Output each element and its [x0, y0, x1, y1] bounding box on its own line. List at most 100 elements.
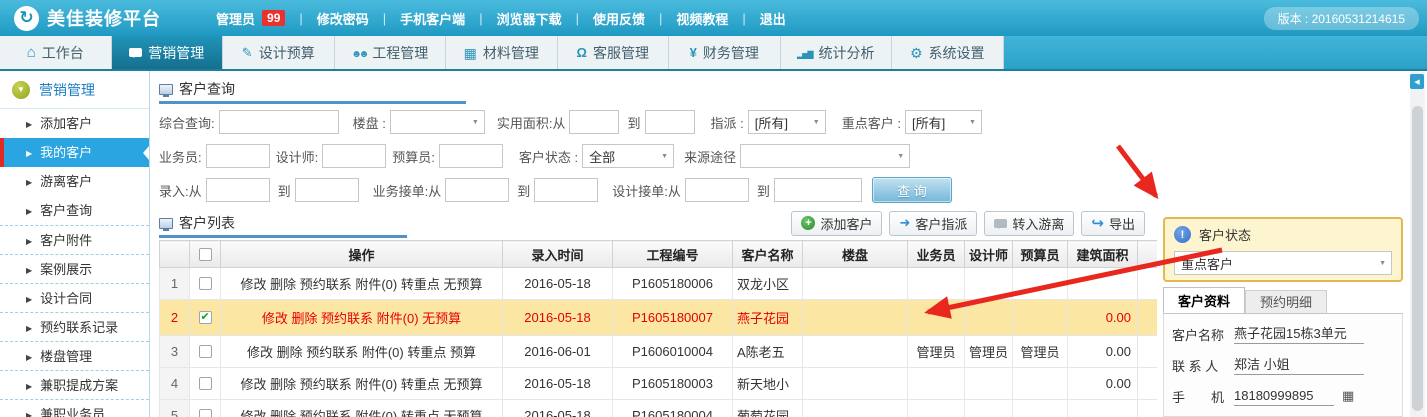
search-button[interactable]: 查 询: [872, 177, 952, 203]
contact-value[interactable]: 郑洁 小姐: [1234, 355, 1364, 375]
customer-info-fields: 客户名称 燕子花园15栋3单元 联 系 人 郑洁 小姐 手 机 18180999…: [1163, 313, 1403, 417]
row-checkbox[interactable]: [199, 311, 212, 324]
list-section-header: 客户列表 + 添加客户 客户指派 转入游离 导出: [159, 211, 1157, 235]
sidebar-item-parttime-commission[interactable]: 兼职提成方案: [0, 370, 149, 399]
sales-order-from-input[interactable]: [445, 178, 509, 202]
designer-input[interactable]: [322, 144, 386, 168]
sidebar-item-appointment-records[interactable]: 预约联系记录: [0, 312, 149, 341]
export-button[interactable]: 导出: [1081, 211, 1145, 236]
scrollbar-thumb[interactable]: [1412, 106, 1423, 411]
panel-tabs: 客户资料 预约明细: [1163, 287, 1403, 314]
sidebar-item-customer-attachments[interactable]: 客户附件: [0, 225, 149, 254]
design-order-to-input[interactable]: [774, 178, 862, 202]
row-actions[interactable]: 修改 删除 预约联系 附件(0) 转重点 无预算: [221, 400, 503, 417]
usable-area-to-input[interactable]: [645, 110, 695, 134]
tab-design-budget[interactable]: 设计预算: [223, 36, 335, 69]
row-actions[interactable]: 修改 删除 预约联系 附件(0) 无预算: [221, 300, 503, 336]
table-row: 4 修改 删除 预约联系 附件(0) 转重点 无预算 2016-05-18 P1…: [160, 368, 1158, 400]
move-to-floating-button[interactable]: 转入游离: [984, 211, 1074, 236]
tab-system-settings[interactable]: 系统设置: [892, 36, 1004, 69]
headset-icon: [577, 46, 587, 59]
sidebar-item-design-contract[interactable]: 设计合同: [0, 283, 149, 312]
row-actions[interactable]: 修改 删除 预约联系 附件(0) 转重点 预算: [221, 336, 503, 368]
row-checkbox[interactable]: [199, 377, 212, 390]
main-content: 客户查询 综合查询: 楼盘 : 实用面积:从 到 指派 : [所有] 重点客户 …: [151, 71, 1157, 417]
vertical-scrollbar[interactable]: [1410, 72, 1425, 417]
menu-separator: |: [479, 11, 482, 26]
budgeter-input[interactable]: [439, 144, 503, 168]
sidebar-item-my-customers[interactable]: 我的客户: [0, 138, 149, 167]
collapse-panel-button[interactable]: ◀: [1410, 74, 1424, 89]
sidebar-item-case-display[interactable]: 案例展示: [0, 254, 149, 283]
row-actions[interactable]: 修改 删除 预约联系 附件(0) 转重点 无预算: [221, 268, 503, 300]
notification-badge[interactable]: 99: [262, 10, 285, 26]
row-checkbox[interactable]: [199, 345, 212, 358]
sales-order-from-label: 业务接单:从: [373, 181, 442, 200]
tab-service[interactable]: 客服管理: [558, 36, 670, 69]
detach-icon: [994, 219, 1007, 228]
add-customer-button[interactable]: + 添加客户: [791, 211, 882, 236]
source-select[interactable]: [740, 144, 910, 168]
tab-engineering[interactable]: 工程管理: [335, 36, 447, 69]
info-icon: !: [1174, 226, 1191, 243]
menu-separator: |: [299, 11, 302, 26]
tab-statistics[interactable]: 统计分析: [781, 36, 893, 69]
sidebar-item-add-customer[interactable]: 添加客户: [0, 109, 149, 138]
query-row-3: 录入:从 到 业务接单:从 到 设计接单:从 到 查 询: [159, 177, 1157, 203]
sidebar-item-floating-customers[interactable]: 游离客户: [0, 167, 149, 196]
menu-logout[interactable]: 退出: [760, 9, 786, 28]
design-order-from-input[interactable]: [685, 178, 749, 202]
sidebar-item-customer-query[interactable]: 客户查询: [0, 196, 149, 225]
assign-customer-button[interactable]: 客户指派: [889, 211, 977, 236]
user-name[interactable]: 管理员: [216, 9, 255, 28]
phone-keypad-icon[interactable]: ▦: [1342, 388, 1354, 404]
row-checkbox[interactable]: [199, 409, 212, 417]
customer-status-select[interactable]: 全部: [582, 144, 674, 168]
sales-input[interactable]: [206, 144, 270, 168]
tab-workbench[interactable]: 工作台: [0, 36, 112, 69]
panel-status-select[interactable]: 重点客户: [1174, 251, 1392, 275]
entry-from-input[interactable]: [206, 178, 270, 202]
sidebar-title[interactable]: ▼ 营销管理: [0, 71, 149, 109]
customer-name-value[interactable]: 燕子花园15栋3单元: [1234, 324, 1364, 344]
tab-customer-info[interactable]: 客户资料: [1163, 287, 1245, 314]
sidebar-item-parttime-sales[interactable]: 兼职业务员: [0, 399, 149, 417]
entry-from-label: 录入:从: [159, 181, 202, 200]
contact-label: 联 系 人: [1172, 356, 1234, 375]
menu-mobile-client[interactable]: 手机客户端: [400, 9, 465, 28]
phone-value[interactable]: 18180999895: [1234, 386, 1334, 406]
tab-appointment-detail[interactable]: 预约明细: [1245, 290, 1327, 314]
tab-finance[interactable]: 财务管理: [669, 36, 781, 69]
assign-select[interactable]: [所有]: [748, 110, 826, 134]
monitor-icon: [159, 84, 173, 95]
nav-bar: 工作台 营销管理 设计预算 工程管理 材料管理 客服管理: [0, 36, 1427, 71]
menu-change-password[interactable]: 修改密码: [317, 9, 369, 28]
tab-materials[interactable]: 材料管理: [446, 36, 558, 69]
assign-label: 指派 :: [711, 113, 744, 132]
row-actions[interactable]: 修改 删除 预约联系 附件(0) 转重点 无预算: [221, 368, 503, 400]
designer-label: 设计师:: [276, 147, 319, 166]
sales-order-to-input[interactable]: [534, 178, 598, 202]
estate-select[interactable]: [390, 110, 485, 134]
query-row-1: 综合查询: 楼盘 : 实用面积:从 到 指派 : [所有] 重点客户 : [所有…: [159, 109, 1157, 135]
yuan-icon: [690, 46, 697, 59]
select-all-checkbox[interactable]: [199, 248, 212, 261]
key-customer-select[interactable]: [所有]: [905, 110, 982, 134]
menu-browser-download[interactable]: 浏览器下载: [497, 9, 562, 28]
estate-label: 楼盘 :: [353, 113, 386, 132]
tab-marketing[interactable]: 营销管理: [112, 36, 224, 69]
select-all-cell[interactable]: [190, 241, 221, 268]
table-row: 5 修改 删除 预约联系 附件(0) 转重点 无预算 2016-05-18 P1…: [160, 400, 1158, 417]
to-label: 到: [517, 181, 530, 200]
sidebar-item-estate-management[interactable]: 楼盘管理: [0, 341, 149, 370]
menu-feedback[interactable]: 使用反馈: [593, 9, 645, 28]
usable-area-from-input[interactable]: [569, 110, 619, 134]
menu-video-tutorial[interactable]: 视频教程: [676, 9, 728, 28]
right-panel: ! 客户状态 重点客户 客户资料 预约明细 客户名称 燕子花园15栋3单元 联 …: [1163, 71, 1405, 417]
row-checkbox[interactable]: [199, 277, 212, 290]
edit-icon: [242, 46, 253, 59]
query-section-header: 客户查询: [159, 77, 1157, 101]
sidebar: ▼ 营销管理 添加客户 我的客户 游离客户 客户查询 客户附件 案例展示 设计合…: [0, 71, 150, 417]
entry-to-input[interactable]: [295, 178, 359, 202]
composite-query-input[interactable]: [219, 110, 339, 134]
